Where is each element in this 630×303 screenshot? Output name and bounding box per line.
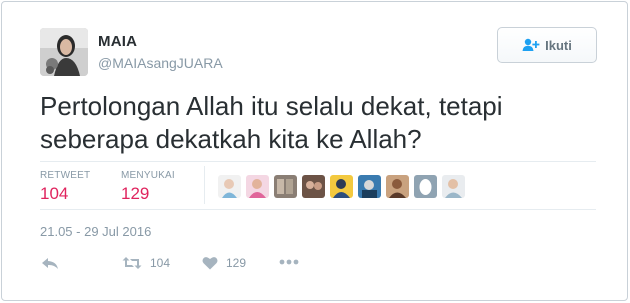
retweet-action-count: 104 — [150, 256, 171, 270]
more-button[interactable] — [279, 259, 299, 265]
stats-separator — [204, 166, 205, 204]
follow-button[interactable]: Ikuti — [497, 27, 597, 63]
follow-user-icon — [522, 38, 540, 51]
retweet-icon — [122, 257, 142, 269]
liker-avatar[interactable] — [442, 175, 465, 198]
reply-button[interactable] — [41, 256, 59, 270]
likers-avatars — [218, 175, 470, 198]
divider-top — [40, 161, 596, 162]
liker-avatar[interactable] — [274, 175, 297, 198]
tweet-actions: 104 129 — [2, 256, 627, 276]
like-button[interactable]: 129 — [202, 256, 246, 270]
liker-avatar[interactable] — [330, 175, 353, 198]
divider-bottom — [40, 209, 596, 210]
retweet-button[interactable]: 104 — [122, 256, 170, 270]
retweet-stat-count: 104 — [40, 184, 69, 203]
screen-name[interactable]: @MAIAsangJUARA — [98, 55, 223, 71]
liker-avatar[interactable] — [218, 175, 241, 198]
retweet-stat-label: RETWEET — [40, 170, 91, 181]
liker-avatar[interactable] — [302, 175, 325, 198]
tweet-text: Pertolongan Allah itu selalu dekat, teta… — [40, 91, 503, 154]
retweet-stat[interactable]: RETWEET 104 — [40, 170, 90, 204]
like-action-count: 129 — [226, 256, 247, 270]
timestamp[interactable]: 21.05 - 29 Jul 2016 — [40, 224, 151, 239]
avatar[interactable] — [40, 28, 88, 76]
liker-avatar[interactable] — [414, 175, 437, 198]
display-name[interactable]: MAIA — [98, 33, 137, 50]
like-stat-label: MENYUKAI — [121, 170, 175, 181]
avatar-image — [40, 28, 88, 76]
liker-avatar[interactable] — [386, 175, 409, 198]
more-dots-icon — [279, 259, 299, 265]
reply-icon — [42, 258, 58, 269]
follow-button-label: Ikuti — [545, 37, 572, 53]
liker-avatar[interactable] — [246, 175, 269, 198]
like-stat-count: 129 — [121, 184, 150, 203]
like-stat[interactable]: MENYUKAI 129 — [121, 170, 175, 204]
heart-icon — [202, 257, 218, 270]
liker-avatar[interactable] — [358, 175, 381, 198]
tweet-card: MAIA @MAIAsangJUARA Ikuti Pertolongan Al… — [1, 1, 628, 301]
